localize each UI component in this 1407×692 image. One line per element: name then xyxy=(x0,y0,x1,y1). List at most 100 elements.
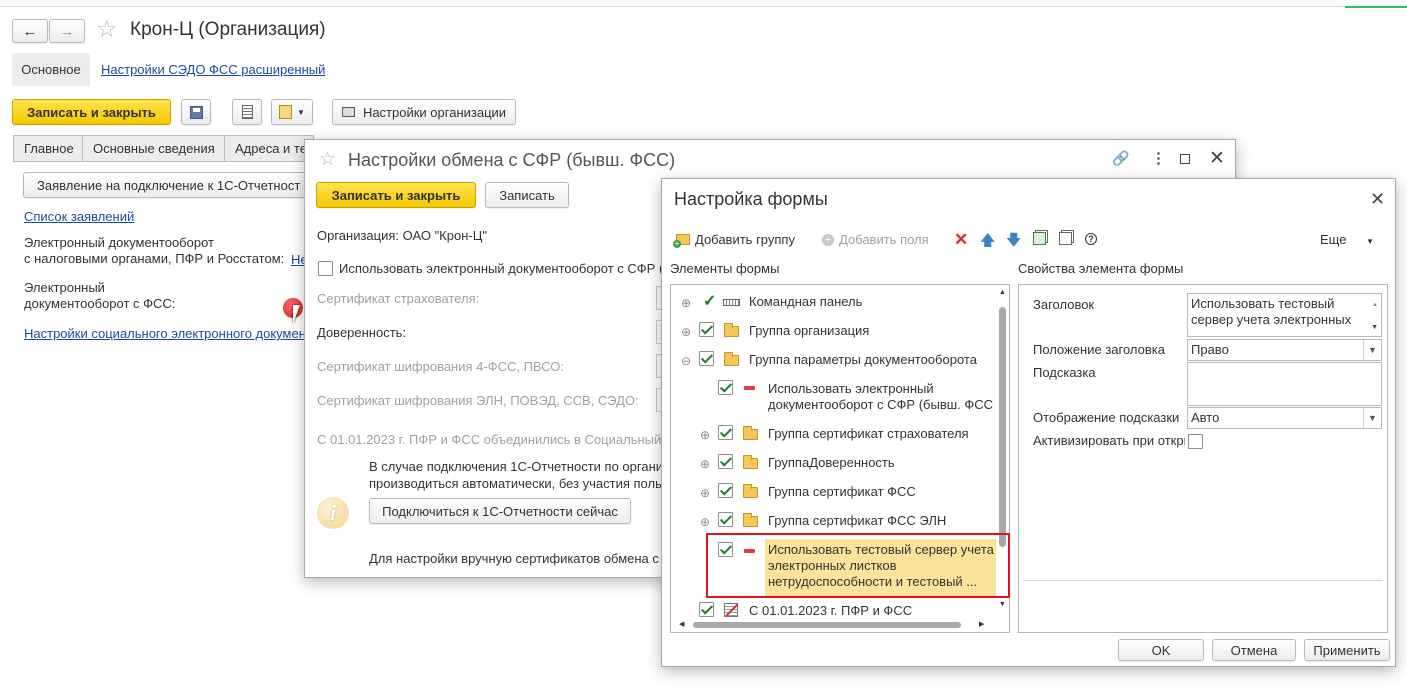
check-all-icon[interactable] xyxy=(1033,232,1046,245)
prop-position-value: Право xyxy=(1191,342,1229,357)
prop-hint-display-select[interactable]: Авто ▼ xyxy=(1187,407,1382,429)
prop-position-select[interactable]: Право ▼ xyxy=(1187,339,1382,361)
scroll-down-icon[interactable]: ▼ xyxy=(999,601,1006,608)
tree-item-fss-cert-group[interactable]: Группа сертификат ФСС xyxy=(768,484,916,499)
tree-item-trust-group[interactable]: ГруппаДоверенность xyxy=(768,455,895,470)
elements-header: Элементы формы xyxy=(670,261,780,276)
expand-icon[interactable]: ⊕ xyxy=(681,297,691,309)
prop-hint-display-value: Авто xyxy=(1191,410,1220,425)
chevron-down-icon[interactable]: ▼ xyxy=(1363,408,1381,428)
report-dropdown-button[interactable]: ▼ xyxy=(271,99,313,125)
back-button[interactable]: ← xyxy=(12,19,48,43)
scroll-right-icon[interactable]: ▶ xyxy=(979,620,984,628)
report-icon xyxy=(279,105,293,119)
tree-item-org-group[interactable]: Группа организация xyxy=(749,323,869,338)
nav-tab-main[interactable]: Основное xyxy=(12,53,90,86)
cert-eln-label: Сертификат шифрования ЭЛН, ПОВЭД, ССВ, С… xyxy=(317,393,639,408)
save-icon-button[interactable] xyxy=(181,99,211,125)
add-group-button[interactable]: + Добавить группу xyxy=(673,232,795,248)
tree-checkbox[interactable] xyxy=(699,322,714,337)
tree-item-doc-params-group[interactable]: Группа параметры документооборота xyxy=(749,352,977,367)
add-circle-icon: + xyxy=(822,233,834,246)
exchange-save-button[interactable]: Записать xyxy=(485,182,569,208)
more-vertical-icon[interactable]: ⋮ xyxy=(1151,149,1166,167)
properties-panel: Заголовок Использовать тестовый сервер у… xyxy=(1018,284,1388,633)
chevron-down-icon: ▼ xyxy=(297,107,305,117)
tree-checkbox[interactable] xyxy=(699,351,714,366)
scroll-up-icon[interactable]: ▲ xyxy=(999,289,1006,296)
h-scroll-thumb[interactable] xyxy=(693,622,961,628)
ok-button[interactable]: OK xyxy=(1118,639,1204,661)
info-line2: производиться автоматически, без участия… xyxy=(369,476,662,491)
tab-basic-info[interactable]: Основные сведения xyxy=(82,135,226,162)
tree-checkbox[interactable] xyxy=(699,602,714,617)
merged-notice: С 01.01.2023 г. ПФР и ФСС объединились в… xyxy=(317,432,662,447)
prop-activate-checkbox[interactable] xyxy=(1188,434,1203,449)
folder-icon xyxy=(743,455,758,469)
check-mark-icon[interactable]: ✓ xyxy=(703,291,716,311)
tree-checkbox[interactable] xyxy=(718,454,733,469)
add-fields-button[interactable]: + Добавить поля xyxy=(822,232,929,247)
tree-checkbox[interactable] xyxy=(718,380,733,395)
uncheck-all-icon[interactable] xyxy=(1059,232,1072,245)
exchange-save-close-button[interactable]: Записать и закрыть xyxy=(316,182,476,208)
prop-hint-input[interactable] xyxy=(1187,362,1382,406)
tree-item-command-panel[interactable]: Командная панель xyxy=(749,294,862,309)
star-icon[interactable]: ☆ xyxy=(96,15,118,44)
collapse-icon[interactable]: ⊖ xyxy=(681,355,691,367)
forward-button[interactable]: → xyxy=(49,19,85,43)
org-settings-button[interactable]: Настройки организации xyxy=(332,99,516,125)
chevron-down-icon[interactable]: ▼ xyxy=(1363,340,1381,360)
expand-icon[interactable]: ⊕ xyxy=(700,487,710,499)
tree-item-fss-eln-cert-group[interactable]: Группа сертификат ФСС ЭЛН xyxy=(768,513,946,528)
request-button[interactable]: Заявление на подключение к 1С-Отчетност xyxy=(23,172,313,198)
move-down-icon[interactable]: 🡇 xyxy=(1006,230,1021,255)
top-strip-accent xyxy=(1345,6,1407,8)
nav-tab-sedo[interactable]: Настройки СЭДО ФСС расширенный xyxy=(101,62,325,77)
printer-icon xyxy=(341,107,355,117)
connect-button[interactable]: Подключиться к 1С-Отчетности сейчас xyxy=(369,498,631,524)
tree-item-merged-notice[interactable]: С 01.01.2023 г. ПФР и ФСС xyxy=(749,603,912,618)
tree-item-insurer-cert-group[interactable]: Группа сертификат страхователя xyxy=(768,426,969,441)
scroll-up-icon[interactable]: ▲ xyxy=(1372,297,1378,313)
fss-label-line1: Электронный xyxy=(24,280,105,295)
delete-icon[interactable]: ✕ xyxy=(954,230,968,250)
tree-item-use-edo[interactable]: Использовать электронный документооборот… xyxy=(768,381,993,413)
scroll-left-icon[interactable]: ◀ xyxy=(679,620,684,628)
requests-link[interactable]: Список заявлений xyxy=(24,209,134,224)
tree-checkbox[interactable] xyxy=(718,483,733,498)
social-edo-link[interactable]: Настройки социального электронного докум… xyxy=(24,326,304,341)
expand-icon[interactable]: ⊕ xyxy=(681,326,691,338)
prop-title-label: Заголовок xyxy=(1033,297,1095,312)
fss-label-line2: документооборот с ФСС: xyxy=(24,296,176,311)
help-icon[interactable]: ? xyxy=(1085,233,1097,245)
save-close-button[interactable]: Записать и закрыть xyxy=(12,99,171,125)
cancel-button[interactable]: Отмена xyxy=(1212,639,1296,661)
expand-icon[interactable]: ⊕ xyxy=(700,429,710,441)
tree-checkbox[interactable] xyxy=(718,425,733,440)
scroll-down-icon[interactable]: ▼ xyxy=(1371,320,1378,336)
tab-addresses[interactable]: Адреса и те xyxy=(224,135,314,162)
horizontal-scrollbar[interactable]: ◀ ▶ xyxy=(671,618,996,632)
expand-icon[interactable]: ⊕ xyxy=(700,516,710,528)
use-edo-checkbox[interactable] xyxy=(318,261,333,276)
floppy-icon xyxy=(189,105,203,119)
close-icon[interactable]: ✕ xyxy=(1209,147,1225,170)
apply-button[interactable]: Применить xyxy=(1304,639,1390,661)
use-edo-label: Использовать электронный документооборот… xyxy=(339,261,664,276)
info-text: В случае подключения 1С-Отчетности по ор… xyxy=(369,458,663,492)
more-button[interactable]: Еще ▼ xyxy=(1320,232,1374,247)
form-settings-window: Настройка формы ✕ + Добавить группу + До… xyxy=(661,178,1396,667)
scroll-thumb[interactable] xyxy=(999,307,1006,547)
prop-title-value[interactable]: Использовать тестовый сервер учета элект… xyxy=(1187,293,1382,337)
tab-main[interactable]: Главное xyxy=(13,135,85,162)
close-icon[interactable]: ✕ xyxy=(1370,189,1385,210)
move-up-icon[interactable]: 🡅 xyxy=(980,230,995,255)
folder-icon xyxy=(743,426,758,440)
link-icon[interactable]: 🔗 xyxy=(1112,150,1129,167)
expand-icon[interactable]: ⊕ xyxy=(700,458,710,470)
list-icon-button[interactable] xyxy=(232,99,262,125)
star-icon[interactable]: ☆ xyxy=(319,148,336,171)
tree-checkbox[interactable] xyxy=(718,512,733,527)
maximize-icon[interactable] xyxy=(1180,154,1190,164)
